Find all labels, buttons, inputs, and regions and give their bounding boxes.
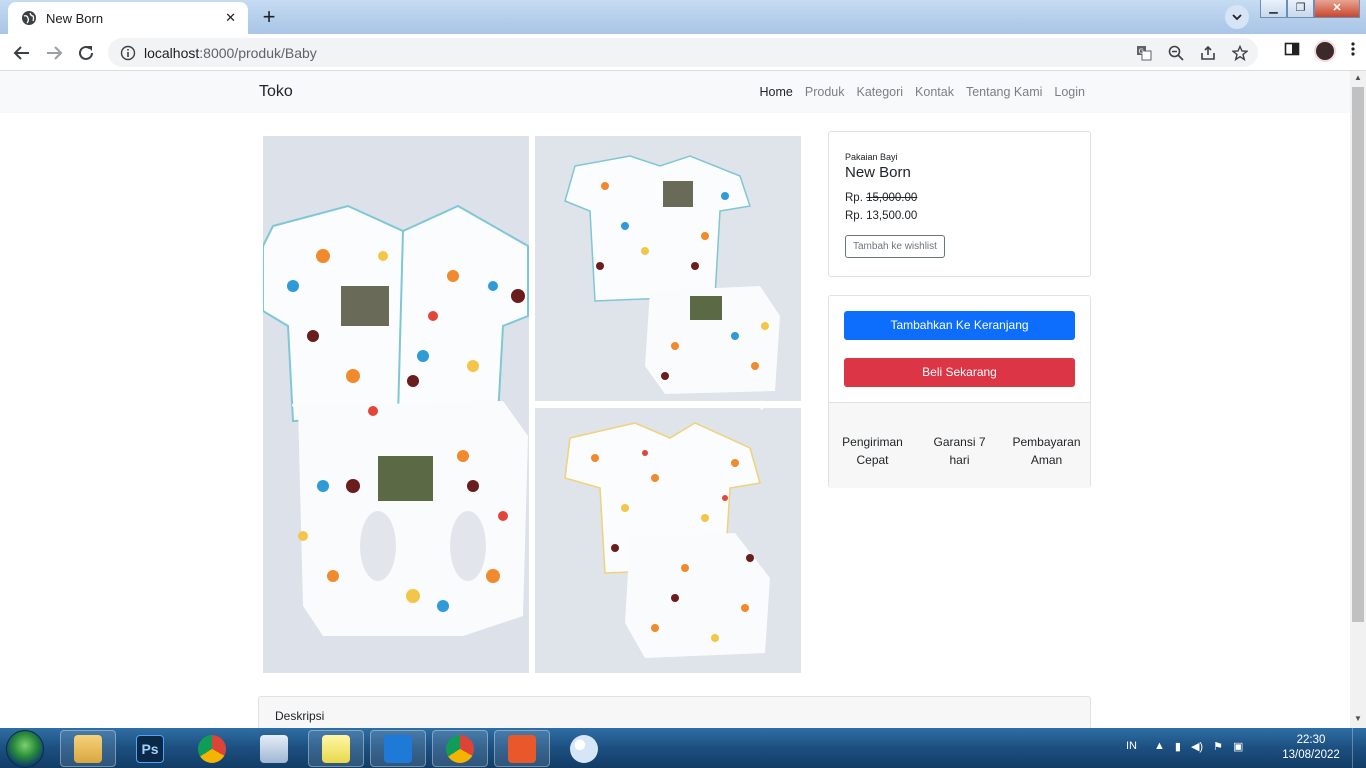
site-navbar: Toko Home Produk Kategori Kontak Tentang… [0, 71, 1350, 113]
buy-now-button[interactable]: Beli Sekarang [844, 358, 1075, 387]
site-brand[interactable]: Toko [259, 83, 293, 101]
taskbar-sticky-notes[interactable] [308, 730, 364, 767]
add-to-wishlist-button[interactable]: Tambah ke wishlist [845, 235, 945, 258]
carousel-next-icon[interactable]: › [759, 391, 766, 417]
language-indicator[interactable]: IN [1126, 740, 1137, 752]
nav-link-kontak[interactable]: Kontak [915, 85, 954, 99]
current-price: Rp. 13,500.00 [845, 210, 918, 222]
feature-secure-payment: Pembayaran Aman [1012, 435, 1081, 467]
start-button[interactable] [6, 730, 44, 768]
nav-links: Home Produk Kategori Kontak Tentang Kami… [760, 85, 1085, 99]
network-icon[interactable]: ▮ [1175, 740, 1181, 753]
windows-taskbar: Ps IN ▲ ▮ ◀) ⚑ ▣ 22:30 13/08/2022 [0, 728, 1366, 768]
system-clock[interactable]: 22:30 13/08/2022 [1276, 733, 1346, 763]
maximize-button[interactable]: ❐ [1287, 0, 1314, 18]
translate-icon[interactable]: G [1134, 43, 1154, 63]
taskbar-explorer[interactable] [60, 730, 116, 767]
globe-icon [22, 11, 36, 25]
tab-title: New Born [46, 10, 104, 26]
old-price-line: Rp. 15,000.00 [845, 192, 918, 204]
clock-date: 13/08/2022 [1282, 749, 1340, 761]
features-footer: Pengiriman Cepat Garansi 7 hari Pembayar… [829, 402, 1090, 488]
show-desktop-button[interactable] [1352, 728, 1366, 768]
browser-toolbar: localhost:8000/produk/Baby G [0, 34, 1366, 71]
feature-fast-shipping: Pengiriman Cepat [842, 435, 903, 467]
product-name: New Born [845, 164, 911, 181]
description-title: Deskripsi [275, 709, 325, 723]
info-icon[interactable] [120, 45, 136, 61]
page-scrollbar[interactable]: ▲ ▼ [1350, 71, 1366, 728]
old-price: 15,000.00 [866, 192, 918, 204]
side-panel-icon[interactable] [1284, 41, 1300, 62]
product-category: Pakaian Bayi [845, 152, 898, 162]
scroll-up-icon[interactable]: ▲ [1350, 73, 1366, 82]
recorder-icon [508, 734, 536, 763]
taskbar-chrome-active[interactable] [432, 730, 488, 767]
scroll-down-icon[interactable]: ▼ [1350, 714, 1366, 723]
url-text: localhost:8000/produk/Baby [144, 44, 317, 61]
purchase-actions-card: Tambahkan Ke Keranjang Beli Sekarang Pen… [828, 295, 1091, 488]
forward-arrow-icon[interactable] [43, 42, 65, 64]
description-card: Deskripsi [258, 696, 1091, 728]
nav-link-kategori[interactable]: Kategori [856, 85, 903, 99]
web-page: Toko Home Produk Kategori Kontak Tentang… [0, 71, 1350, 728]
address-bar[interactable]: localhost:8000/produk/Baby G [108, 38, 1258, 67]
product-photo-2 [535, 136, 801, 401]
nav-link-tentang-kami[interactable]: Tentang Kami [966, 85, 1042, 99]
carousel-prev-icon[interactable]: ‹ [291, 391, 298, 417]
taskbar-vscode[interactable] [370, 730, 426, 767]
browser-tab[interactable]: New Born ✕ [8, 2, 248, 34]
product-info-card: Pakaian Bayi New Born Rp. 15,000.00 Rp. … [828, 131, 1091, 277]
chrome-icon [198, 734, 226, 763]
nav-link-login[interactable]: Login [1054, 85, 1085, 99]
add-to-cart-button[interactable]: Tambahkan Ke Keranjang [844, 311, 1075, 340]
notification-icon[interactable]: ▣ [1233, 740, 1243, 753]
bookmark-star-icon[interactable] [1230, 43, 1250, 63]
minimize-button[interactable]: ▁ [1260, 0, 1287, 18]
new-tab-button[interactable]: + [257, 6, 281, 30]
chevron-down-icon [1232, 14, 1242, 21]
close-window-button[interactable]: ✕ [1314, 0, 1360, 18]
volume-icon[interactable]: ◀) [1191, 740, 1203, 753]
system-tray: ▲ ▮ ◀) ⚑ ▣ [1154, 740, 1243, 753]
keyboard-icon [260, 734, 288, 763]
paint-palette-icon [570, 734, 598, 763]
clock-time: 22:30 [1296, 734, 1326, 746]
product-photo-3 [535, 408, 801, 673]
close-tab-icon[interactable]: ✕ [225, 10, 236, 26]
browser-titlebar: New Born ✕ + ▁ ❐ ✕ [0, 0, 1366, 34]
profile-avatar[interactable] [1314, 40, 1336, 62]
taskbar-screen-recorder[interactable] [494, 730, 550, 767]
show-hidden-icons-icon[interactable]: ▲ [1154, 740, 1165, 753]
folder-icon [74, 734, 102, 763]
back-arrow-icon[interactable] [11, 42, 33, 64]
photoshop-icon: Ps [136, 734, 164, 763]
product-image-carousel[interactable]: ‹ › [263, 136, 801, 673]
share-icon[interactable] [1198, 43, 1218, 63]
scrollbar-thumb[interactable] [1352, 87, 1364, 622]
reload-icon[interactable] [75, 42, 97, 64]
more-menu-icon[interactable] [1350, 41, 1356, 62]
sticky-notes-icon [322, 734, 350, 763]
nav-link-produk[interactable]: Produk [805, 85, 845, 99]
vscode-icon [384, 734, 412, 763]
taskbar-keyboard-app[interactable] [246, 730, 302, 767]
svg-text:G: G [1139, 48, 1144, 56]
chrome-icon [446, 734, 474, 763]
nav-link-home[interactable]: Home [760, 85, 793, 99]
product-photo-main [263, 136, 529, 673]
tab-search-button[interactable] [1225, 5, 1249, 29]
feature-warranty: Garansi 7 hari [933, 435, 986, 467]
taskbar-chrome[interactable] [184, 730, 240, 767]
zoom-icon[interactable] [1166, 43, 1186, 63]
action-center-icon[interactable]: ⚑ [1213, 740, 1223, 753]
taskbar-paint[interactable] [556, 730, 612, 767]
taskbar-photoshop[interactable]: Ps [122, 730, 178, 767]
